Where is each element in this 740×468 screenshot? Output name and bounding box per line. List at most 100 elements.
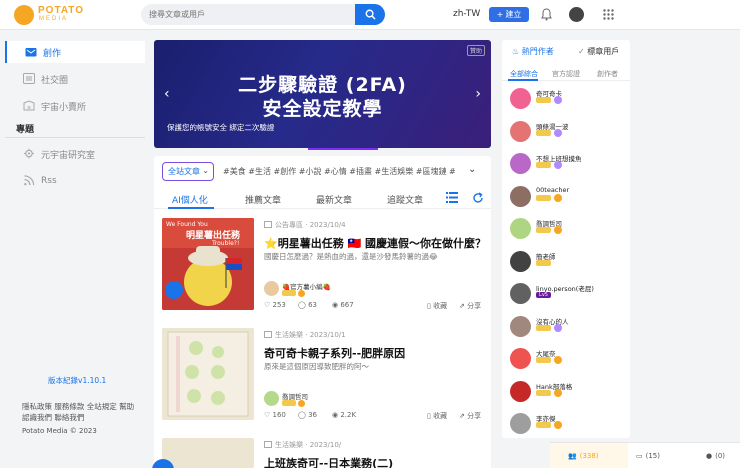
category-label[interactable]: 生活娛樂 (275, 441, 303, 449)
tag-item[interactable]: #區塊鏈 (416, 167, 447, 176)
tab-badge-users[interactable]: ✓ 標章用戶 (578, 46, 619, 57)
privacy-link[interactable]: 隱私政策 (22, 402, 52, 411)
sidebar-item-shop[interactable]: 宇宙小賣所 (5, 95, 145, 117)
avatar[interactable] (510, 283, 531, 304)
sidebar-item-create[interactable]: 創作 (5, 41, 145, 63)
search-input[interactable] (141, 4, 356, 25)
save-button[interactable]: ▯ 收藏 (427, 301, 447, 311)
avatar[interactable] (510, 250, 531, 272)
terms-link[interactable]: 服務條款 (54, 402, 84, 411)
badge-icon (554, 226, 562, 234)
tag-item[interactable]: #心情 (324, 167, 347, 176)
tag-item[interactable]: #美食 (223, 167, 246, 176)
author-row[interactable]: 喬調哲司 (510, 218, 628, 242)
sidebar-item-rss[interactable]: Rss (5, 170, 145, 192)
list-view-icon[interactable] (446, 192, 458, 203)
category-label[interactable]: 生活娛樂 (275, 331, 303, 339)
post-card[interactable]: 生活娛樂 · 2023/10/ 上班族奇可--日本業務(二) (162, 438, 487, 468)
post-thumbnail[interactable]: We Found You 明星薯出任務 Trouble?! (162, 218, 254, 310)
search-button[interactable] (355, 4, 385, 25)
tab-following[interactable]: 追蹤文章 (387, 193, 423, 206)
logo-text[interactable]: POTATO (38, 5, 84, 16)
tab-ai[interactable]: AI個人化 (172, 193, 208, 206)
avatar[interactable] (510, 218, 531, 239)
rules-link[interactable]: 全站規定 (87, 402, 117, 411)
likes-count[interactable]: ♡ 160 (264, 411, 286, 419)
tag-item[interactable]: #生活娛樂 (375, 167, 414, 176)
sidebar-item-metaverse[interactable]: 元宇宙研究室 (5, 143, 145, 165)
avatar[interactable] (510, 348, 531, 369)
avatar[interactable] (510, 315, 531, 337)
author-row[interactable]: 不想上班想摸魚 (510, 153, 628, 177)
banner-prev-icon[interactable]: ‹ (164, 86, 170, 102)
avatar[interactable] (510, 380, 531, 402)
subtab-official[interactable]: 官方認證 (552, 69, 580, 79)
expand-tags-icon[interactable]: ⌄ (468, 164, 476, 175)
help-link[interactable]: 幫助 (119, 402, 134, 411)
post-category: 生活娛樂 · 2023/10/1 (264, 330, 346, 340)
subtab-all[interactable]: 全部綜合 (510, 69, 538, 79)
footer-links: 隱私政策 服務條款 全站規定 幫助 認識我們 聯絡我們 (22, 401, 142, 423)
potato-logo-icon[interactable] (14, 5, 34, 25)
post-title[interactable]: 奇可奇卡親子系列--肥胖原因 (264, 345, 405, 361)
contact-link[interactable]: 聯絡我們 (54, 413, 84, 422)
post-title[interactable]: ⭐明星薯出任務 🇹🇼 國慶連假～你在做什麼？ (264, 235, 486, 251)
post-thumbnail[interactable] (162, 328, 254, 420)
refresh-icon[interactable] (472, 192, 484, 204)
friends-button[interactable]: ● (0) (706, 443, 740, 468)
author-row[interactable]: 簡老師 (510, 250, 628, 275)
avatar[interactable] (510, 120, 531, 142)
author-name[interactable]: 00teacher (536, 186, 569, 194)
apps-grid-icon[interactable] (603, 9, 614, 20)
post-author[interactable]: 🍓官方薯小編🍓 (264, 281, 384, 301)
version-link[interactable]: 版本紀錄v1.10.1 (48, 375, 106, 386)
save-button[interactable]: ▯ 收藏 (427, 411, 447, 421)
user-avatar[interactable] (569, 7, 584, 22)
bell-icon[interactable] (541, 8, 552, 21)
tag-item[interactable]: #創作 (274, 167, 297, 176)
tag-item[interactable]: #插畫 (349, 167, 372, 176)
online-users-button[interactable]: 👥 (338) (550, 443, 628, 468)
avatar[interactable] (510, 153, 531, 174)
avatar[interactable] (510, 413, 531, 434)
category-label[interactable]: 公告專區 (275, 221, 303, 229)
share-button[interactable]: ⇗ 分享 (459, 411, 481, 421)
create-button[interactable]: + 建立 (489, 7, 529, 22)
author-row[interactable]: 00teacher (510, 185, 628, 210)
avatar[interactable] (510, 185, 531, 207)
post-title[interactable]: 上班族奇可--日本業務(二) (264, 455, 393, 468)
author-row[interactable]: 沒有心的人 (510, 315, 628, 340)
messages-button[interactable]: ▭ (15) (636, 443, 696, 468)
author-row[interactable]: 奇可奇卡 (510, 88, 628, 112)
author-row[interactable]: 李亦傑 (510, 413, 628, 437)
avatar[interactable] (264, 281, 279, 296)
tab-recommended[interactable]: 推薦文章 (245, 193, 281, 206)
post-card[interactable]: We Found You 明星薯出任務 Trouble?! 公告專區 · 202… (162, 218, 487, 318)
avatar[interactable] (510, 88, 531, 109)
share-button[interactable]: ⇗ 分享 (459, 301, 481, 311)
promo-banner[interactable]: 贊助 二步驟驗證 (2FA) 安全設定教學 保護您的帳號安全 綁定二次驗證 ‹ … (154, 40, 491, 148)
post-author[interactable]: 喬調哲司 (264, 391, 384, 411)
avatar[interactable] (264, 391, 279, 406)
banner-next-icon[interactable]: › (475, 86, 481, 102)
author-row[interactable]: 頭條湯一波 (510, 120, 628, 145)
likes-count[interactable]: ♡ 253 (264, 301, 286, 309)
author-row[interactable]: Hank部落格 (510, 380, 628, 405)
about-link[interactable]: 認識我們 (22, 413, 52, 422)
post-thumbnail[interactable] (162, 438, 254, 468)
tab-latest[interactable]: 最新文章 (316, 193, 352, 206)
comments-count[interactable]: ◯ 63 (298, 301, 317, 309)
all-articles-dropdown[interactable]: 全站文章 ⌄ (162, 162, 214, 181)
post-card[interactable]: 生活娛樂 · 2023/10/1 奇可奇卡親子系列--肥胖原因 原來是這個原因導… (162, 328, 487, 428)
comments-count[interactable]: ◯ 36 (298, 411, 317, 419)
author-row[interactable]: 大尾奈 (510, 348, 628, 372)
tag-item[interactable]: #小說 (299, 167, 322, 176)
tab-hot-authors[interactable]: ♨ 熱門作者 (512, 46, 554, 57)
author-row[interactable]: linyo.person(老屁) Lv5 (510, 283, 628, 307)
subtab-creators[interactable]: 創作者 (597, 69, 618, 79)
fire-icon: ♨ (512, 47, 520, 56)
tag-item[interactable]: #生活 (248, 167, 271, 176)
language-selector[interactable]: zh-TW (453, 9, 480, 19)
tag-item[interactable]: # (449, 167, 456, 176)
sidebar-item-social[interactable]: 社交圈 (5, 68, 145, 90)
